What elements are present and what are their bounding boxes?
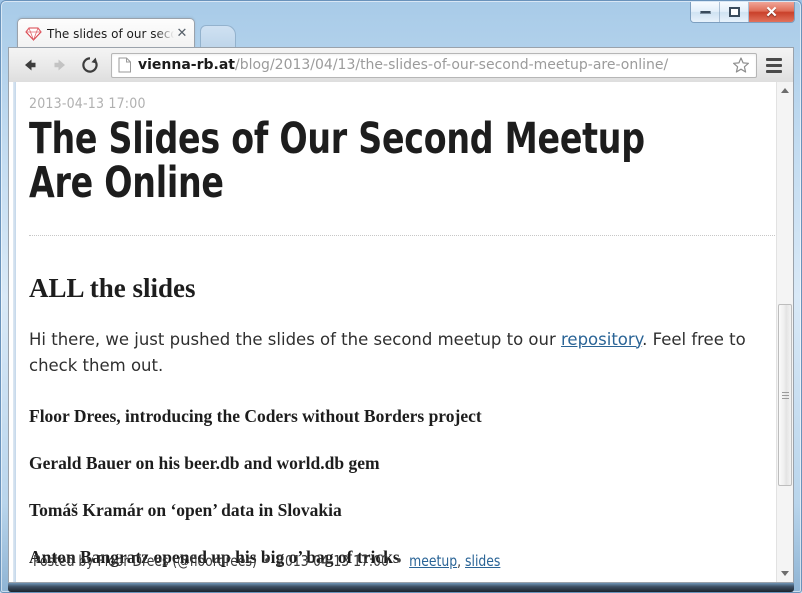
chevron-up-icon xyxy=(781,88,789,93)
bookmark-star-icon[interactable] xyxy=(730,54,752,76)
grip-line xyxy=(781,394,789,396)
tab-title: The slides of our second n xyxy=(47,26,174,41)
hamburger-line xyxy=(766,57,782,61)
chevron-down-icon xyxy=(781,571,789,576)
url-text[interactable]: vienna-rb.at/blog/2013/04/13/the-slides-… xyxy=(138,57,730,73)
url-path: /blog/2013/04/13/the-slides-of-our-secon… xyxy=(235,57,669,73)
footer-separator: • xyxy=(263,552,271,570)
reload-button[interactable] xyxy=(75,50,105,80)
scroll-down-button[interactable] xyxy=(777,565,793,582)
tag-separator: , xyxy=(457,552,466,570)
section-heading: ALL the slides xyxy=(29,272,196,303)
footer-author: Posted by Floor Drees (@floordrees) xyxy=(33,552,257,570)
back-button[interactable] xyxy=(15,50,45,80)
vertical-scrollbar[interactable] xyxy=(776,82,793,582)
reload-icon xyxy=(82,57,98,73)
grip-line xyxy=(781,397,789,399)
page-document-icon xyxy=(118,57,132,73)
browser-tab[interactable]: The slides of our second n ✕ xyxy=(17,18,195,48)
hamburger-line xyxy=(766,69,782,73)
url-host: vienna-rb.at xyxy=(138,57,235,73)
scroll-up-button[interactable] xyxy=(777,82,793,99)
article-content: 2013-04-13 17:00 The Slides of Our Secon… xyxy=(29,82,776,582)
forward-arrow-icon xyxy=(54,59,65,71)
intro-text-before: Hi there, we just pushed the slides of t… xyxy=(29,329,562,349)
page-title: The Slides of Our Second Meetup Are Onli… xyxy=(29,114,645,208)
address-bar[interactable]: vienna-rb.at/blog/2013/04/13/the-slides-… xyxy=(111,52,757,78)
post-date: 2013-04-13 17:00 xyxy=(29,96,146,112)
web-page: 2013-04-13 17:00 The Slides of Our Secon… xyxy=(9,82,776,582)
footer-separator: • xyxy=(395,552,403,570)
hamburger-line xyxy=(766,63,782,67)
back-arrow-icon xyxy=(25,59,36,71)
list-item: Tomáš Kramár on ‘open’ data in Slovakia xyxy=(29,499,342,520)
post-footer: Posted by Floor Drees (@floordrees) • 2013… xyxy=(33,552,500,570)
intro-paragraph: Hi there, we just pushed the slides of t… xyxy=(29,327,766,380)
new-tab-button[interactable] xyxy=(200,25,236,48)
title-divider xyxy=(29,234,776,236)
tab-strip: The slides of our second n ✕ xyxy=(0,0,802,48)
tab-close-icon[interactable]: ✕ xyxy=(174,26,190,42)
scrollbar-thumb[interactable] xyxy=(778,304,792,486)
window-bottom-edge xyxy=(8,583,794,592)
ruby-gem-icon xyxy=(25,25,42,42)
tag-link-slides[interactable]: slides xyxy=(465,552,500,570)
browser-toolbar: vienna-rb.at/blog/2013/04/13/the-slides-… xyxy=(8,47,794,82)
list-item: Gerald Bauer on his beer.db and world.db… xyxy=(29,452,380,473)
forward-button[interactable] xyxy=(45,50,75,80)
chrome-menu-button[interactable] xyxy=(761,52,787,78)
tag-link-meetup[interactable]: meetup xyxy=(409,552,457,570)
footer-date: 2013-04-13 17:00 xyxy=(277,552,389,570)
browser-window: ✕ The slides of our second n ✕ xyxy=(0,0,802,593)
page-left-rule xyxy=(13,82,16,582)
grip-line xyxy=(781,391,789,393)
repository-link[interactable]: repository xyxy=(561,330,642,349)
page-viewport: 2013-04-13 17:00 The Slides of Our Secon… xyxy=(8,82,794,583)
list-item: Floor Drees, introducing the Coders with… xyxy=(29,405,482,426)
